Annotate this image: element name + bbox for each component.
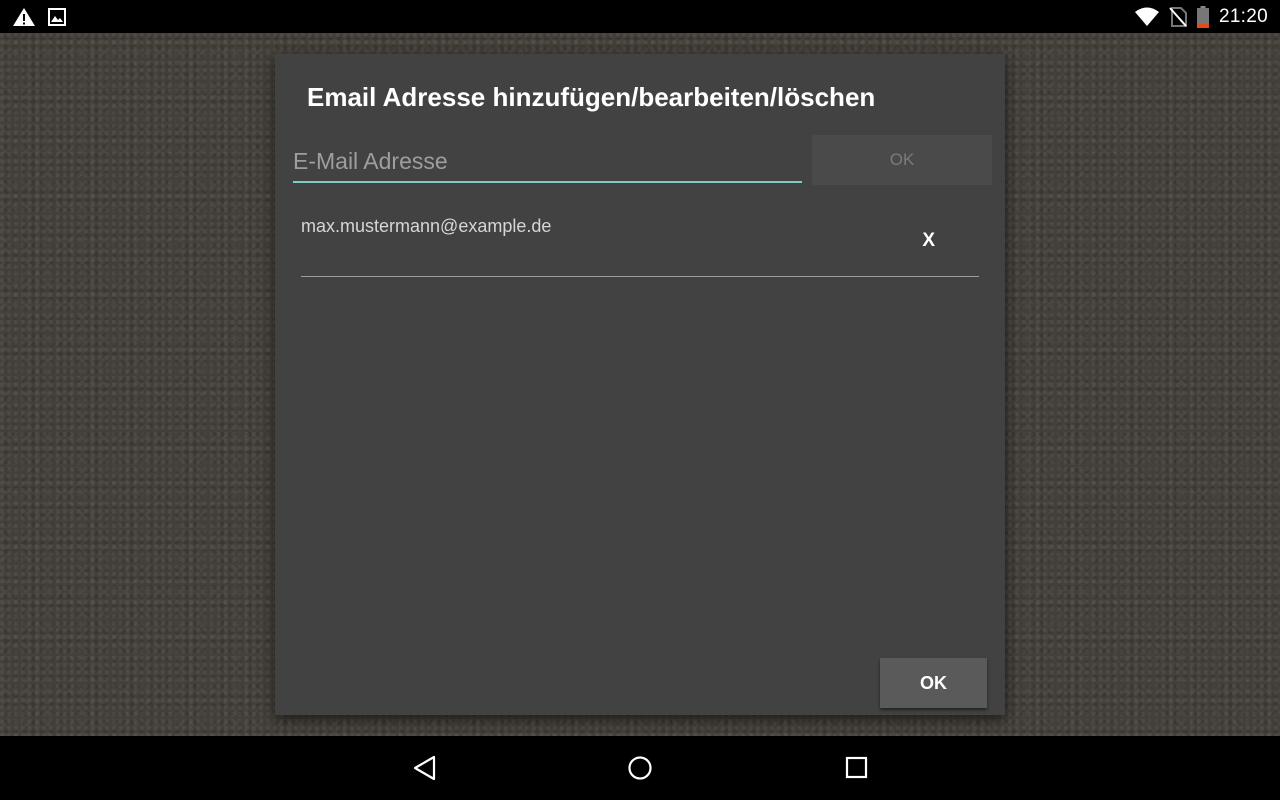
- warning-icon: [12, 7, 36, 27]
- home-icon[interactable]: [627, 755, 653, 786]
- navigation-bar: [0, 736, 1280, 800]
- status-notifications: [12, 7, 66, 27]
- email-dialog: Email Adresse hinzufügen/bearbeiten/lösc…: [275, 54, 1005, 715]
- no-sim-icon: [1169, 7, 1187, 27]
- email-address: max.mustermann@example.de: [301, 216, 552, 236]
- email-input[interactable]: [293, 141, 802, 183]
- status-time: 21:20: [1218, 6, 1268, 27]
- add-email-button[interactable]: OK: [812, 135, 992, 185]
- dialog-title: Email Adresse hinzufügen/bearbeiten/lösc…: [307, 82, 876, 112]
- email-list-item[interactable]: max.mustermann@example.de X: [301, 204, 979, 277]
- image-icon: [48, 8, 66, 26]
- status-bar: 21:20: [0, 0, 1280, 33]
- confirm-ok-button[interactable]: OK: [880, 658, 987, 708]
- email-list: max.mustermann@example.de X: [301, 204, 979, 277]
- wifi-icon: [1134, 7, 1159, 27]
- status-system: 21:20: [1134, 6, 1268, 28]
- back-icon[interactable]: [412, 755, 438, 786]
- battery-icon: [1196, 6, 1209, 28]
- delete-email-button[interactable]: X: [922, 230, 935, 252]
- recents-icon[interactable]: [845, 755, 869, 786]
